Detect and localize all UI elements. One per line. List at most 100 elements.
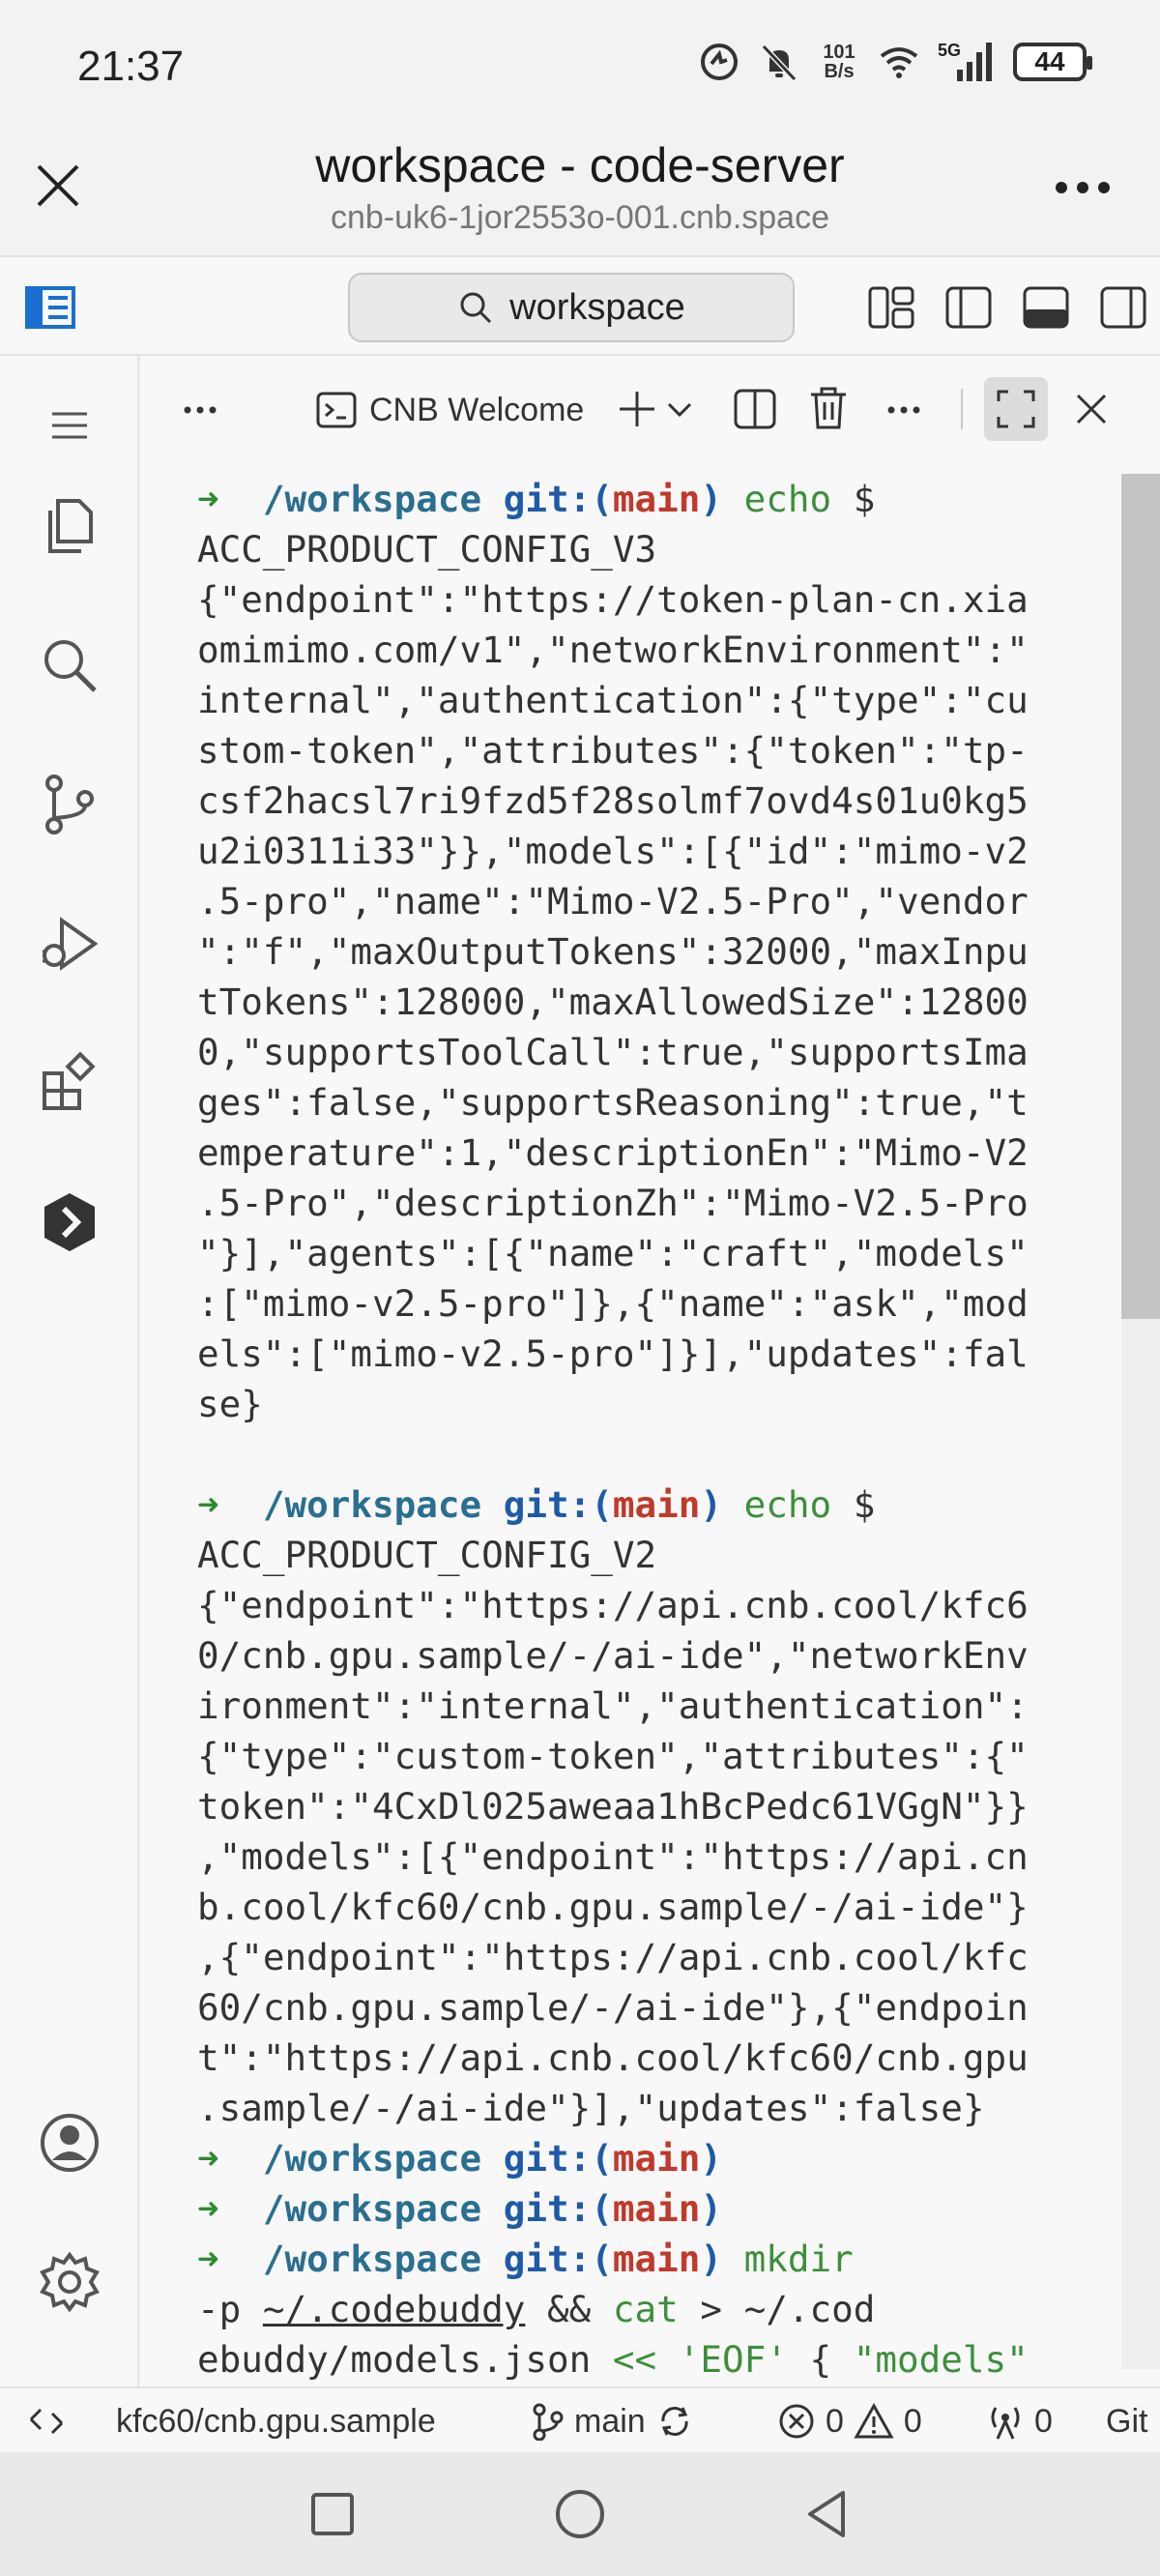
maximize-icon bbox=[997, 390, 1035, 428]
terminal-text: ➜ /workspace git:(main) echo $ ACC_PRODU… bbox=[197, 474, 1160, 2385]
git-status-item[interactable]: Git bbox=[1106, 2396, 1147, 2446]
remote-indicator[interactable] bbox=[27, 2396, 66, 2446]
page-title: workspace - code-server bbox=[315, 138, 845, 192]
output-line: token":"4CxDl025aweaa1hBcPedc61VGgN"}} bbox=[197, 1785, 1029, 1828]
terminal-tab-label: CNB Welcome bbox=[369, 391, 585, 428]
git-label: git:( bbox=[503, 1483, 613, 1526]
git-label: git:( bbox=[503, 2187, 613, 2230]
git-branch: main bbox=[612, 2137, 701, 2180]
prompt-dir: /workspace bbox=[262, 2238, 482, 2280]
net-speed: 101 B/s bbox=[823, 42, 856, 82]
git-branch: main bbox=[612, 2187, 701, 2230]
cmd-text: ebuddy/models.json bbox=[197, 2338, 613, 2381]
output-line: u2i0311i33"}},"models":[{"id":"mimo-v2 bbox=[197, 830, 1029, 872]
prompt-dir: /workspace bbox=[262, 2137, 482, 2180]
terminal-output[interactable]: ➜ /workspace git:(main) echo $ ACC_PRODU… bbox=[141, 462, 1160, 2386]
toggle-secondary-sidebar-icon[interactable] bbox=[1098, 282, 1148, 333]
remote-name[interactable]: kfc60/cnb.gpu.sample bbox=[116, 2396, 436, 2446]
output-line: se} bbox=[197, 1383, 263, 1425]
prompt-dir: /workspace bbox=[262, 1483, 482, 1526]
output-line: ,"models":[{"endpoint":"https://api.cn bbox=[197, 1835, 1029, 1878]
output-line: .5-Pro","descriptionZh":"Mimo-V2.5-Pro bbox=[197, 1182, 1029, 1224]
branch-indicator[interactable]: main bbox=[530, 2396, 694, 2446]
output-line: omimimo.com/v1","networkEnvironment":" bbox=[197, 629, 1029, 671]
git-branch: main bbox=[612, 478, 701, 520]
error-count: 0 bbox=[826, 2402, 844, 2440]
source-control-icon[interactable] bbox=[35, 770, 104, 839]
panel-more-actions-icon[interactable] bbox=[184, 406, 217, 414]
toggle-panel-icon[interactable] bbox=[1021, 282, 1071, 333]
git-label-end: ) bbox=[700, 2137, 722, 2180]
home-circle-icon[interactable] bbox=[547, 2481, 613, 2547]
output-line: ges":false,"supportsReasoning":true,"t bbox=[197, 1081, 1029, 1124]
toggle-primary-sidebar-icon[interactable] bbox=[943, 282, 994, 333]
prompt-dir: /workspace bbox=[262, 2187, 482, 2230]
cmd-text: > ~/.cod bbox=[678, 2288, 876, 2330]
terminal-more-actions-icon[interactable] bbox=[887, 406, 920, 414]
browser-title-bar: workspace - code-server cnb-uk6-1jor2553… bbox=[0, 135, 1160, 255]
output-line: {"type":"custom-token","attributes":{" bbox=[197, 1735, 1029, 1777]
command-center-search[interactable]: workspace bbox=[348, 273, 795, 342]
cmd-text: -p bbox=[197, 2288, 263, 2330]
output-line: csf2hacsl7ri9fzd5f28solmf7ovd4s01u0kg5 bbox=[197, 779, 1029, 822]
output-line: ironment":"internal","authentication": bbox=[197, 1684, 1029, 1727]
error-icon bbox=[779, 2404, 814, 2439]
problems-indicator[interactable]: 0 0 bbox=[777, 2396, 922, 2446]
output-line: .5-pro","name":"Mimo-V2.5-Pro","vendor bbox=[197, 880, 1029, 922]
command: echo bbox=[743, 478, 832, 520]
search-icon bbox=[460, 292, 492, 324]
search-icon[interactable] bbox=[35, 630, 104, 700]
new-terminal-icon[interactable] bbox=[617, 389, 657, 429]
recents-square-icon[interactable] bbox=[300, 2481, 365, 2547]
branch-name: main bbox=[574, 2402, 646, 2440]
command-arg-line: ACC_PRODUCT_CONFIG_V3 bbox=[197, 528, 657, 571]
remote-icon bbox=[29, 2408, 64, 2435]
cnb-extension-icon[interactable] bbox=[35, 1187, 104, 1257]
prompt-dir: /workspace bbox=[262, 478, 482, 520]
output-line: 0/cnb.gpu.sample/-/ai-ide","networkEnv bbox=[197, 1634, 1029, 1677]
menu-icon[interactable] bbox=[35, 391, 104, 460]
output-line: {"endpoint":"https://token-plan-cn.xia bbox=[197, 578, 1029, 621]
cmd-text: && bbox=[525, 2288, 613, 2330]
git-label-end: ) bbox=[700, 478, 722, 520]
battery-indicator: 44 bbox=[1013, 43, 1092, 81]
sync-icon[interactable] bbox=[655, 2402, 694, 2441]
trash-icon[interactable] bbox=[808, 385, 849, 431]
cmd-text: { bbox=[787, 2338, 854, 2381]
accounts-icon[interactable] bbox=[35, 2108, 104, 2178]
prompt-arrow: ➜ bbox=[197, 2238, 263, 2280]
git-branch: main bbox=[612, 1483, 701, 1526]
application-menu-icon[interactable] bbox=[25, 286, 75, 329]
extensions-icon[interactable] bbox=[35, 1048, 104, 1118]
split-terminal-icon[interactable] bbox=[733, 387, 777, 431]
maximize-panel-button[interactable] bbox=[984, 377, 1048, 441]
warning-count: 0 bbox=[903, 2402, 922, 2440]
terminal-scrollbar-thumb[interactable] bbox=[1121, 474, 1160, 1319]
output-line: els":["mimo-v2.5-pro"]}],"updates":fal bbox=[197, 1332, 1029, 1375]
vscode-title-bar: workspace bbox=[0, 255, 1160, 356]
more-options-icon[interactable] bbox=[1054, 180, 1112, 195]
cmd-path: ~/.codebuddy bbox=[262, 2288, 526, 2330]
clock: 21:37 bbox=[77, 43, 185, 90]
command-arg: $ bbox=[831, 1483, 876, 1526]
close-panel-icon[interactable] bbox=[1075, 393, 1108, 425]
system-status-bar: 21:37 101 B/s 5G 44 bbox=[0, 0, 1160, 135]
back-triangle-icon[interactable] bbox=[795, 2481, 860, 2547]
output-line: .sample/-/ai-ide"}],"updates":false} bbox=[197, 2087, 985, 2129]
explorer-icon[interactable] bbox=[35, 491, 104, 561]
heredoc: << 'EOF' bbox=[612, 2338, 788, 2381]
run-debug-icon[interactable] bbox=[35, 909, 104, 979]
prompt-line: ➜ /workspace git:(main) echo $ bbox=[197, 1479, 1160, 1530]
customize-layout-icon[interactable] bbox=[866, 282, 916, 333]
manage-gear-icon[interactable] bbox=[35, 2247, 104, 2317]
command: cat bbox=[612, 2288, 679, 2330]
activity-bar bbox=[0, 356, 139, 2386]
ports-indicator[interactable]: 0 bbox=[986, 2396, 1053, 2446]
terminal-tab[interactable]: CNB Welcome bbox=[315, 383, 584, 437]
string-literal: "models" bbox=[853, 2338, 1029, 2381]
git-branch-icon bbox=[533, 2403, 564, 2441]
chevron-down-icon[interactable] bbox=[667, 402, 692, 418]
output-line: :["mimo-v2.5-pro"]},{"name":"ask","mod bbox=[197, 1282, 1029, 1325]
output-line: 0,"supportsToolCall":true,"supportsIma bbox=[197, 1031, 1029, 1073]
output-line: ":"f","maxOutputTokens":32000,"maxInpu bbox=[197, 930, 1029, 973]
